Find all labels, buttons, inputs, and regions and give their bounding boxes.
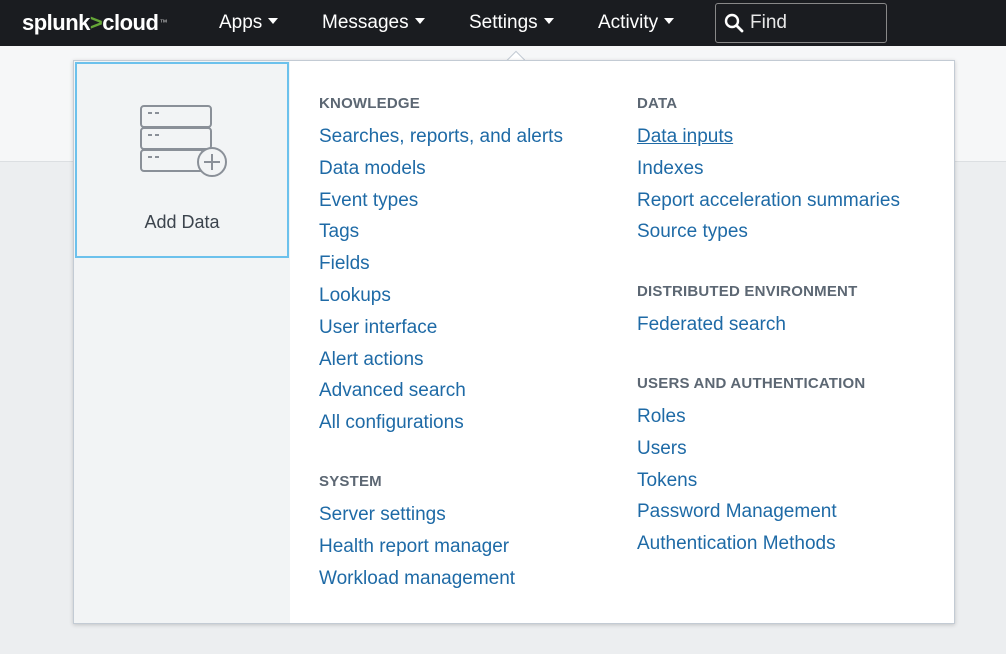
nav-activity-menu[interactable]: Activity (598, 0, 675, 46)
distributed-environment-section: DISTRIBUTED ENVIRONMENT Federated search (637, 282, 857, 346)
dropdown-left-column: Add Data (74, 61, 290, 623)
caret-down-icon (268, 17, 279, 24)
link-data-inputs[interactable]: Data inputs (637, 126, 733, 147)
link-indexes[interactable]: Indexes (637, 158, 704, 179)
link-password-management[interactable]: Password Management (637, 501, 837, 522)
nav-activity-label: Activity (598, 12, 659, 33)
add-data-icon (140, 105, 227, 177)
data-section: DATA Data inputs Indexes Report accelera… (637, 94, 900, 253)
knowledge-links: Searches, reports, and alerts Data model… (319, 126, 563, 444)
link-source-types[interactable]: Source types (637, 221, 748, 242)
link-tags[interactable]: Tags (319, 221, 359, 242)
link-tokens[interactable]: Tokens (637, 470, 697, 491)
find-input[interactable] (750, 12, 880, 34)
nav-apps-menu[interactable]: Apps (219, 0, 279, 46)
find-search-box[interactable] (715, 3, 887, 43)
settings-dropdown-menu: Add Data KNOWLEDGE Searches, reports, an… (73, 60, 955, 624)
link-authentication-methods[interactable]: Authentication Methods (637, 533, 836, 554)
link-health-report-manager[interactable]: Health report manager (319, 536, 509, 557)
users-authentication-section: USERS AND AUTHENTICATION Roles Users Tok… (637, 374, 865, 565)
nav-messages-menu[interactable]: Messages (322, 0, 425, 46)
logo-text-cloud: cloud (102, 10, 159, 35)
data-section-title: DATA (637, 95, 678, 112)
link-searches-reports-alerts[interactable]: Searches, reports, and alerts (319, 126, 563, 147)
nav-messages-label: Messages (322, 12, 409, 33)
link-workload-management[interactable]: Workload management (319, 568, 515, 589)
link-alert-actions[interactable]: Alert actions (319, 349, 424, 370)
users-authentication-section-title: USERS AND AUTHENTICATION (637, 375, 866, 392)
add-data-button[interactable]: Add Data (75, 62, 289, 258)
link-fields[interactable]: Fields (319, 253, 370, 274)
caret-down-icon (414, 17, 425, 24)
nav-settings-menu[interactable]: Settings (469, 0, 554, 46)
splunk-cloud-logo[interactable]: splunk>cloud™ (22, 10, 167, 36)
link-federated-search[interactable]: Federated search (637, 314, 786, 335)
link-roles[interactable]: Roles (637, 406, 686, 427)
nav-apps-label: Apps (219, 12, 263, 33)
caret-down-icon (543, 17, 554, 24)
link-lookups[interactable]: Lookups (319, 285, 391, 306)
users-authentication-links: Roles Users Tokens Password Management A… (637, 406, 865, 565)
link-all-configurations[interactable]: All configurations (319, 412, 464, 433)
logo-text-splunk: splunk (22, 10, 90, 35)
knowledge-section-title: KNOWLEDGE (319, 95, 420, 112)
system-section: SYSTEM Server settings Health report man… (319, 472, 515, 599)
distributed-environment-links: Federated search (637, 314, 857, 346)
nav-settings-label: Settings (469, 12, 538, 33)
caret-down-icon (664, 17, 675, 24)
distributed-environment-section-title: DISTRIBUTED ENVIRONMENT (637, 283, 858, 300)
link-report-acceleration-summaries[interactable]: Report acceleration summaries (637, 190, 900, 211)
logo-separator: > (89, 10, 103, 35)
link-users[interactable]: Users (637, 438, 687, 459)
add-data-label: Add Data (144, 212, 220, 232)
link-advanced-search[interactable]: Advanced search (319, 380, 466, 401)
knowledge-section: KNOWLEDGE Searches, reports, and alerts … (319, 94, 563, 444)
top-navigation-bar: splunk>cloud™ Apps Messages Settings Act… (0, 0, 1006, 46)
system-section-title: SYSTEM (319, 473, 382, 490)
search-icon (724, 13, 744, 33)
link-user-interface[interactable]: User interface (319, 317, 437, 338)
data-links: Data inputs Indexes Report acceleration … (637, 126, 900, 253)
system-links: Server settings Health report manager Wo… (319, 504, 515, 599)
link-server-settings[interactable]: Server settings (319, 504, 446, 525)
link-data-models[interactable]: Data models (319, 158, 426, 179)
link-event-types[interactable]: Event types (319, 190, 418, 211)
logo-trademark: ™ (159, 18, 167, 27)
